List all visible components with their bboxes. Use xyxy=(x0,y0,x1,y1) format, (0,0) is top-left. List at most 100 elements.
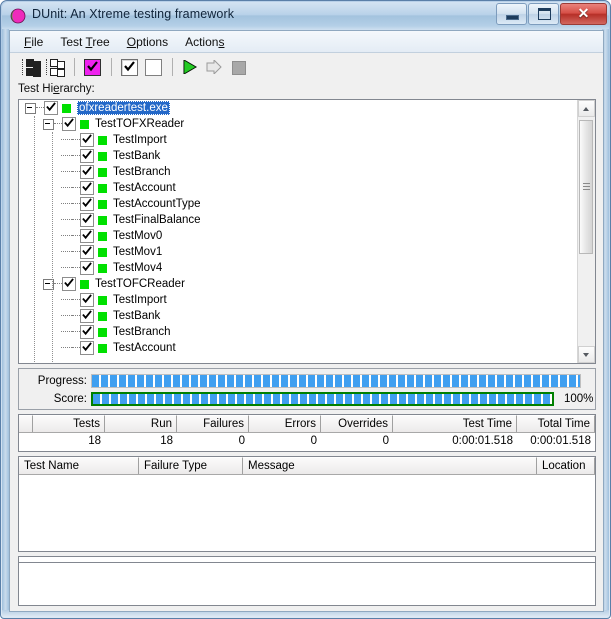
tree-node-checkbox[interactable] xyxy=(80,181,94,195)
menu-options[interactable]: Options xyxy=(121,33,179,51)
uncheck-all-button[interactable] xyxy=(142,56,164,78)
tree-connector-line xyxy=(61,187,72,189)
failure-header-location[interactable]: Location xyxy=(537,457,595,474)
tree-node[interactable]: TestTOFCReader xyxy=(19,276,578,292)
scroll-up-button[interactable] xyxy=(578,100,595,117)
toolbar-separator-1 xyxy=(74,58,75,76)
tree-node-checkbox[interactable] xyxy=(80,165,94,179)
failure-header-failure-type[interactable]: Failure Type xyxy=(139,457,243,474)
chevron-up-icon xyxy=(583,107,589,111)
tree-node-checkbox[interactable] xyxy=(80,133,94,147)
tree-node-checkbox[interactable] xyxy=(80,261,94,275)
tree-connector-line xyxy=(72,203,80,205)
close-button[interactable]: ✕ xyxy=(560,3,607,25)
statistics-grid: Tests Run Failures Errors Overrides Test… xyxy=(18,414,596,452)
tree-connector-line xyxy=(61,331,72,333)
tree-node[interactable]: TestFinalBalance xyxy=(19,212,578,228)
tree-node[interactable]: TestBranch xyxy=(19,164,578,180)
failure-header-test-name[interactable]: Test Name xyxy=(19,457,139,474)
tree-node[interactable]: TestImport xyxy=(19,132,578,148)
tree-node-checkbox[interactable] xyxy=(80,149,94,163)
tree-node-label: TestAccount xyxy=(113,182,176,194)
test-status-indicator-pass xyxy=(98,231,107,241)
failure-list-header-row: Test Name Failure Type Message Location xyxy=(19,457,595,475)
run-button[interactable] xyxy=(179,56,201,78)
test-status-indicator-pass xyxy=(98,311,107,321)
test-hierarchy-tree[interactable]: ofxreadertest.exe TestTOFXReader TestImpor… xyxy=(18,99,596,364)
failure-list[interactable]: Test Name Failure Type Message Location xyxy=(18,456,596,552)
run-green-arrow-icon xyxy=(183,60,197,74)
tree-expander-collapse-icon[interactable] xyxy=(25,102,36,114)
tree-node[interactable]: ofxreadertest.exe xyxy=(19,100,578,116)
statistics-header-row: Tests Run Failures Errors Overrides Test… xyxy=(19,415,595,433)
test-status-indicator-pass xyxy=(98,247,107,257)
tree-vertical-scrollbar[interactable] xyxy=(577,100,595,363)
test-status-indicator-pass xyxy=(98,263,107,273)
tree-node[interactable]: TestAccount xyxy=(19,180,578,196)
minimize-button[interactable] xyxy=(496,3,527,25)
nodes-select-all-icon xyxy=(22,59,41,77)
tree-connector-line xyxy=(61,235,72,237)
tree-node[interactable]: TestMov0 xyxy=(19,228,578,244)
tree-node-checkbox[interactable] xyxy=(80,341,94,355)
tree-node[interactable]: TestTOFXReader xyxy=(19,116,578,132)
tree-node[interactable]: TestBank xyxy=(19,148,578,164)
check-all-button[interactable] xyxy=(118,56,140,78)
select-all-nodes-button[interactable] xyxy=(20,56,42,78)
window-controls: ✕ xyxy=(495,3,607,25)
tree-node[interactable]: TestImport xyxy=(19,292,578,308)
step-arrow-icon xyxy=(206,60,222,74)
tree-node-checkbox[interactable] xyxy=(80,197,94,211)
select-failed-tests-button[interactable] xyxy=(81,56,103,78)
test-status-indicator-pass xyxy=(98,199,107,209)
tree-node-checkbox[interactable] xyxy=(80,293,94,307)
tree-node-label: TestBranch xyxy=(113,166,171,178)
tree-node[interactable]: TestAccountType xyxy=(19,196,578,212)
failure-header-message[interactable]: Message xyxy=(243,457,537,474)
tree-node-checkbox[interactable] xyxy=(80,213,94,227)
stats-header-failures: Failures xyxy=(177,415,249,432)
tree-node[interactable]: TestBank xyxy=(19,308,578,324)
progress-row: Progress: xyxy=(19,372,595,389)
stats-value-total-time: 0:00:01.518 xyxy=(530,435,591,447)
scrollbar-thumb[interactable] xyxy=(579,120,593,254)
tree-node[interactable]: TestMov4 xyxy=(19,260,578,276)
menu-options-accel: O xyxy=(126,34,137,49)
menu-actions[interactable]: Actions xyxy=(179,33,235,51)
tree-node-checkbox[interactable] xyxy=(80,325,94,339)
tree-connector-line xyxy=(72,251,80,253)
menu-test-tree[interactable]: Test Tree xyxy=(54,33,120,51)
tree-node-label: TestMov1 xyxy=(113,246,163,258)
tree-node[interactable]: TestMov1 xyxy=(19,244,578,260)
close-icon: ✕ xyxy=(577,5,590,21)
stats-header-tests: Tests xyxy=(33,415,105,432)
tree-node-checkbox[interactable] xyxy=(80,229,94,243)
tree-node-checkbox[interactable] xyxy=(80,309,94,323)
menu-file[interactable]: File xyxy=(18,33,54,51)
tree-node-checkbox[interactable] xyxy=(44,101,58,115)
test-status-indicator-pass xyxy=(98,343,107,353)
output-log-panel[interactable] xyxy=(18,562,596,606)
progress-panel: Progress: Score: 100% xyxy=(18,368,596,410)
application-window: DUnit: An Xtreme testing framework ✕ Fil… xyxy=(0,0,611,619)
stop-button[interactable] xyxy=(227,56,249,78)
test-status-indicator-pass xyxy=(98,215,107,225)
maximize-button[interactable] xyxy=(528,3,559,25)
scroll-down-button[interactable] xyxy=(578,346,595,363)
deselect-all-nodes-button[interactable] xyxy=(44,56,66,78)
test-status-indicator-pass xyxy=(98,327,107,337)
tree-connector-line xyxy=(54,283,62,285)
title-bar[interactable]: DUnit: An Xtreme testing framework ✕ xyxy=(2,2,609,30)
tree-node-label: TestTOFCReader xyxy=(95,278,185,290)
tree-expander-collapse-icon[interactable] xyxy=(43,118,54,130)
tree-node[interactable]: TestAccount xyxy=(19,340,578,356)
step-button[interactable] xyxy=(203,56,225,78)
tree-connector-line xyxy=(61,203,72,205)
tree-node-checkbox[interactable] xyxy=(62,277,76,291)
tree-node[interactable]: TestBranch xyxy=(19,324,578,340)
tree-node-checkbox[interactable] xyxy=(62,117,76,131)
tree-node-checkbox[interactable] xyxy=(80,245,94,259)
tree-content: ofxreadertest.exe TestTOFXReader TestImpor… xyxy=(19,100,578,363)
test-hierarchy-label: Test Hierarchy: xyxy=(18,83,95,95)
tree-node-label: TestAccount xyxy=(113,342,176,354)
